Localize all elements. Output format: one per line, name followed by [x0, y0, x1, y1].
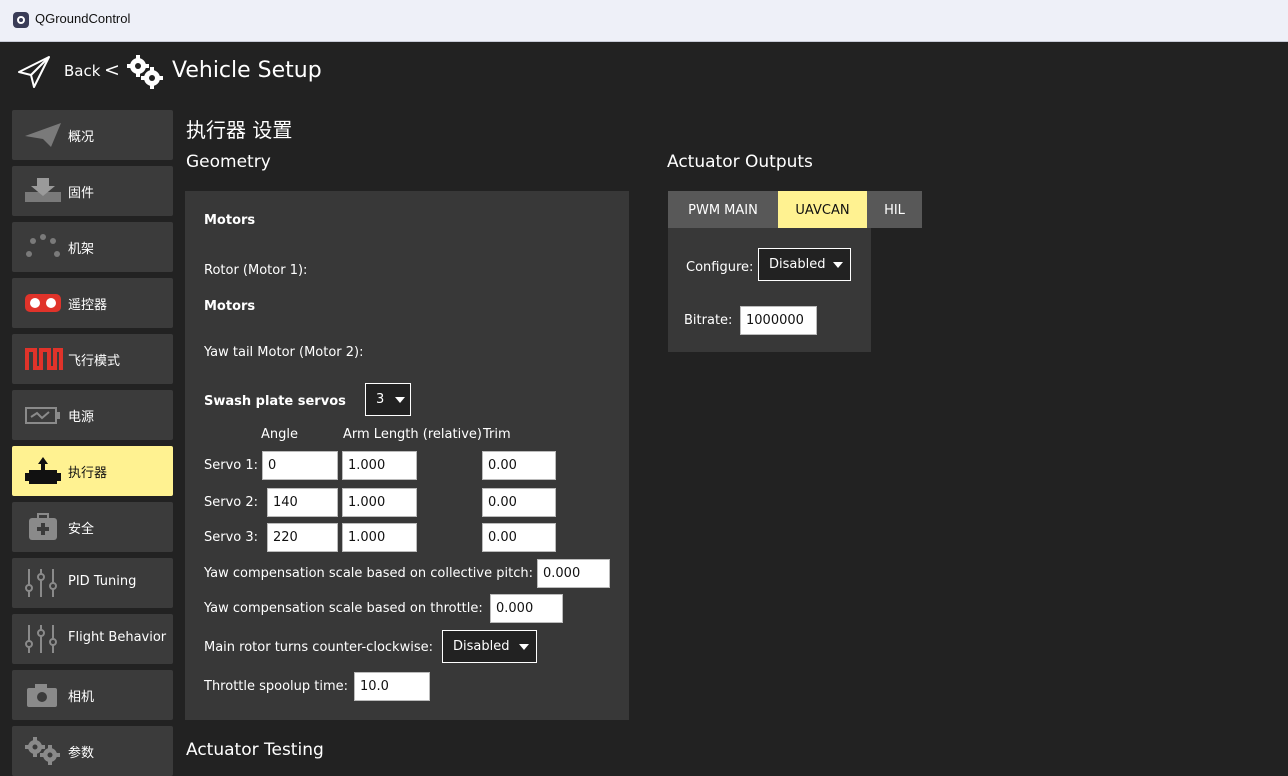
sidebar-item-summary[interactable]: 概况	[12, 110, 173, 160]
sidebar-item-label: 固件	[68, 186, 95, 201]
plane-icon	[25, 123, 61, 147]
sidebar-item-label: 遥控器	[68, 298, 108, 313]
sidebar-item-parameters[interactable]: 参数	[12, 726, 173, 776]
actuator-outputs-title: Actuator Outputs	[667, 152, 813, 172]
bitrate-label: Bitrate:	[684, 313, 733, 328]
servo-3-trim-field[interactable]: 0.00	[482, 523, 556, 552]
actuator-icon	[25, 457, 61, 484]
setup-sidebar: 概况 固件 机架 遥控器 飞行模式 电源 执行器 安全 PID Tuning F…	[0, 104, 176, 776]
spoolup-label: Throttle spoolup time:	[204, 679, 349, 694]
configure-value: Disabled	[769, 257, 826, 272]
sidebar-item-safety[interactable]: 安全	[12, 502, 173, 552]
trim-column-header: Trim	[483, 427, 511, 442]
motors-label: Motors	[204, 299, 256, 314]
window-titlebar: QGroundControl	[0, 0, 1288, 42]
motors-label: Motors	[204, 213, 256, 228]
sidebar-item-flight-modes[interactable]: 飞行模式	[12, 334, 173, 384]
tab-hil[interactable]: HIL	[867, 191, 922, 228]
servo-2-label: Servo 2:	[204, 495, 259, 510]
sidebar-item-label: 参数	[68, 746, 95, 761]
servo-3-label: Servo 3:	[204, 530, 259, 545]
servo-1-arm-length-field[interactable]: 1.000	[342, 451, 417, 480]
bitrate-field[interactable]: 1000000	[740, 306, 817, 335]
battery-icon	[25, 407, 60, 424]
page-title: Vehicle Setup	[172, 58, 322, 83]
sidebar-item-power[interactable]: 电源	[12, 390, 173, 440]
yaw-throttle-label: Yaw compensation scale based on throttle…	[204, 601, 483, 616]
actuator-testing-title: Actuator Testing	[186, 740, 324, 760]
sidebar-item-label: 概况	[68, 130, 95, 145]
servo-2-arm-length-field[interactable]: 1.000	[342, 488, 417, 517]
yaw-throttle-field[interactable]: 0.000	[490, 594, 563, 623]
camera-icon	[27, 684, 57, 707]
angle-column-header: Angle	[261, 427, 298, 442]
ccw-value: Disabled	[453, 639, 510, 654]
sidebar-item-flight-behavior[interactable]: Flight Behavior	[12, 614, 173, 664]
tab-uavcan[interactable]: UAVCAN	[778, 191, 867, 228]
sidebar-item-label: 机架	[68, 242, 95, 257]
top-toolbar: Back < Vehicle Setup	[0, 42, 1288, 104]
servo-3-angle-field[interactable]: 220	[267, 523, 338, 552]
yaw-collective-label: Yaw compensation scale based on collecti…	[204, 566, 533, 581]
sidebar-item-label: 飞行模式	[68, 354, 121, 369]
safety-icon	[29, 513, 57, 540]
sliders-icon	[25, 569, 57, 597]
swash-plate-value: 3	[376, 392, 385, 407]
servo-1-label: Servo 1:	[204, 458, 259, 473]
servo-3-arm-length-field[interactable]: 1.000	[342, 523, 417, 552]
window-title: QGroundControl	[35, 11, 131, 26]
ccw-select[interactable]: Disabled	[442, 630, 537, 663]
tab-pwm-main[interactable]: PWM MAIN	[668, 191, 778, 228]
paper-plane-icon[interactable]	[16, 54, 52, 90]
sidebar-item-label: 相机	[68, 690, 95, 705]
gears-icon	[25, 737, 60, 765]
chevron-down-icon	[833, 262, 843, 268]
sidebar-item-label: 安全	[68, 522, 95, 537]
page-heading: 执行器 设置	[186, 118, 293, 142]
servo-2-trim-field[interactable]: 0.00	[482, 488, 556, 517]
sidebar-item-label: PID Tuning	[68, 574, 137, 589]
geometry-title: Geometry	[186, 152, 271, 172]
flight-modes-icon	[25, 348, 63, 370]
servo-2-angle-field[interactable]: 140	[267, 488, 338, 517]
sidebar-item-label: 执行器	[68, 466, 108, 481]
sidebar-item-camera[interactable]: 相机	[12, 670, 173, 720]
sidebar-item-radio[interactable]: 遥控器	[12, 278, 173, 328]
configure-label: Configure:	[686, 260, 754, 275]
sidebar-item-label: Flight Behavior	[68, 630, 167, 645]
rotor-motor-label: Rotor (Motor 1):	[204, 263, 308, 278]
remote-control-icon	[25, 294, 61, 312]
sidebar-item-label: 电源	[68, 410, 95, 425]
arm-length-column-header: Arm Length (relative)	[343, 427, 482, 442]
servo-1-trim-field[interactable]: 0.00	[482, 451, 556, 480]
sidebar-item-pid-tuning[interactable]: PID Tuning	[12, 558, 173, 608]
sliders-icon	[25, 625, 57, 653]
swash-plate-select[interactable]: 3	[365, 383, 411, 416]
yaw-collective-field[interactable]: 0.000	[537, 559, 610, 588]
chevron-down-icon	[395, 397, 405, 403]
breadcrumb-separator: <	[104, 59, 120, 81]
sidebar-item-actuators[interactable]: 执行器	[12, 446, 173, 496]
gears-icon	[127, 55, 163, 89]
sidebar-item-firmware[interactable]: 固件	[12, 166, 173, 216]
spoolup-field[interactable]: 10.0	[354, 672, 430, 701]
swash-plate-label: Swash plate servos	[204, 394, 346, 409]
chevron-down-icon	[519, 644, 529, 650]
servo-1-angle-field[interactable]: 0	[262, 451, 338, 480]
yaw-tail-motor-label: Yaw tail Motor (Motor 2):	[204, 345, 364, 360]
ccw-label: Main rotor turns counter-clockwise:	[204, 640, 433, 655]
sidebar-item-airframe[interactable]: 机架	[12, 222, 173, 272]
qgc-app-icon	[13, 12, 29, 28]
frame-icon	[26, 234, 60, 257]
download-icon	[25, 178, 61, 202]
back-button[interactable]: Back	[64, 62, 100, 80]
configure-select[interactable]: Disabled	[758, 248, 851, 281]
